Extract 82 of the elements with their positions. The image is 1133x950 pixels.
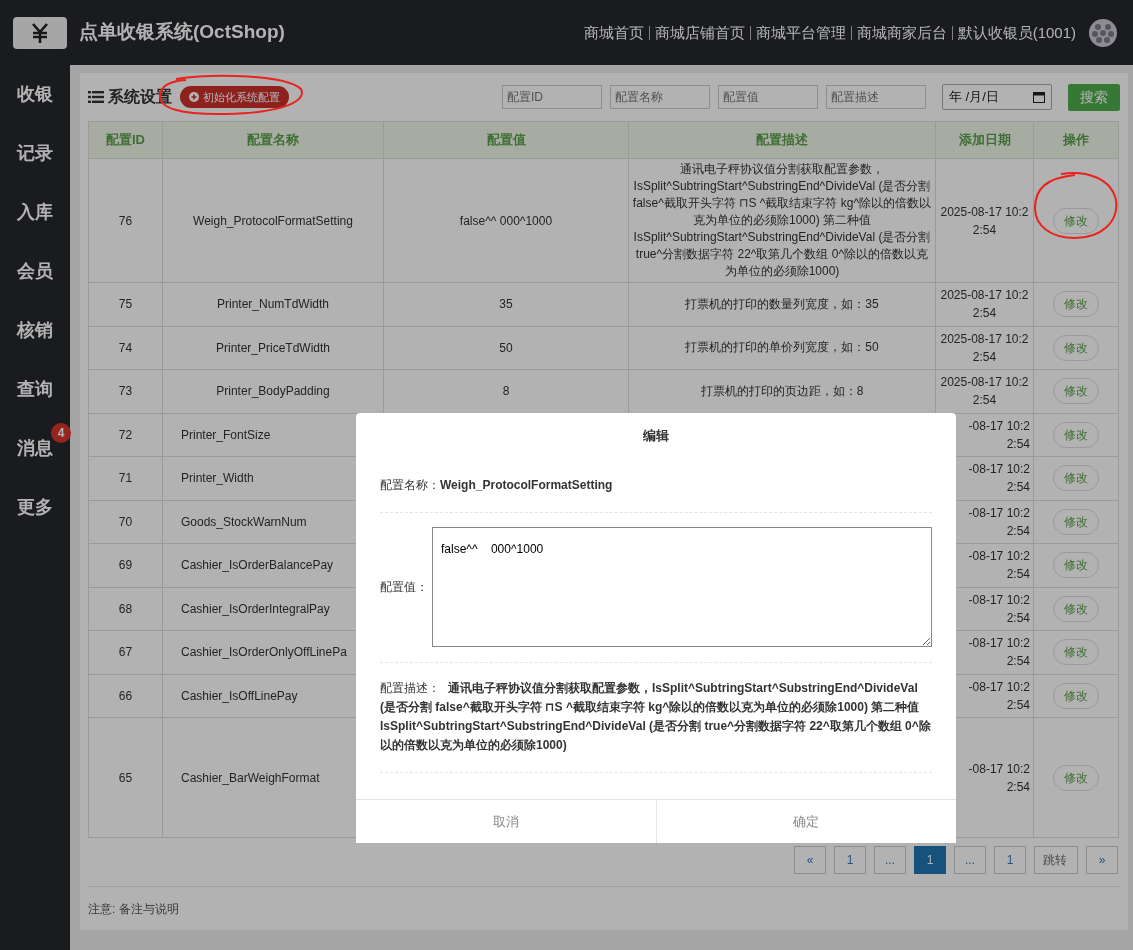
page-button[interactable]: « bbox=[794, 846, 826, 874]
nav-link[interactable]: 商城商家后台 bbox=[850, 25, 952, 40]
table-cell: false^^ 000^1000 bbox=[383, 158, 629, 283]
filter-field[interactable]: 配置值 bbox=[718, 85, 818, 109]
table-cell: 68 bbox=[88, 587, 163, 631]
sidebar-item[interactable]: 入库 bbox=[17, 199, 53, 226]
search-button[interactable]: 搜索 bbox=[1068, 83, 1120, 111]
yen-icon bbox=[29, 21, 51, 44]
table-cell: 74 bbox=[88, 326, 163, 370]
avatar[interactable] bbox=[1089, 18, 1117, 47]
sidebar-item[interactable]: 记录 bbox=[17, 140, 53, 167]
notification-badge: 4 bbox=[51, 423, 71, 443]
date-field[interactable]: 年 /月/日 bbox=[942, 84, 1052, 110]
filter-field[interactable]: 配置名称 bbox=[610, 85, 710, 109]
cancel-button[interactable]: 取消 bbox=[356, 800, 657, 843]
edit-button[interactable]: 修改 bbox=[1053, 508, 1099, 535]
nav-link[interactable]: 商城店铺首页 bbox=[648, 25, 750, 40]
edit-button[interactable]: 修改 bbox=[1053, 291, 1099, 318]
table-cell: 75 bbox=[88, 282, 163, 326]
dialog-title: 编辑 bbox=[642, 427, 670, 445]
filter-field[interactable]: 配置描述 bbox=[826, 85, 926, 109]
table-cell: 71 bbox=[88, 456, 163, 500]
page-button[interactable]: ... bbox=[954, 846, 986, 874]
table-cell: 66 bbox=[88, 674, 163, 718]
edit-button[interactable]: 修改 bbox=[1053, 595, 1099, 622]
footer-note: 注意: 备注与说明 bbox=[88, 902, 179, 916]
table-cell: 通讯电子秤协议值分割获取配置参数，IsSplit^SubtringStart^SubstringEnd^DivideVal (是否分割 false^截取开头字符 ⊓S ^截取结束字符 kg^除以的倍数以克为单位的必须除1000) 第二种值 IsSplit^SubtringStart^SubstringEnd^DivideVal (是否分割 true^分割数据字符 22^取第几个数组 0^除以的倍数以克为单位的必须除1000) bbox=[628, 158, 936, 283]
app-title: 点单收银系统(OctShop) bbox=[79, 20, 285, 45]
edit-button[interactable]: 修改 bbox=[1053, 465, 1099, 492]
edit-button[interactable]: 修改 bbox=[1053, 421, 1099, 448]
edit-button[interactable]: 修改 bbox=[1053, 639, 1099, 666]
table-cell: 打票机的打印的单价列宽度，如：50 bbox=[628, 326, 936, 370]
list-icon bbox=[88, 90, 104, 104]
jump-button[interactable]: 跳转 bbox=[1034, 846, 1078, 874]
table-cell: Printer_NumTdWidth bbox=[162, 282, 384, 326]
edit-button[interactable]: 修改 bbox=[1053, 207, 1099, 234]
edit-button[interactable]: 修改 bbox=[1053, 378, 1099, 405]
page-button[interactable]: ... bbox=[874, 846, 906, 874]
nav-link[interactable]: 商城平台管理 bbox=[749, 25, 851, 40]
init-config-button[interactable]: 初始化系统配置 bbox=[180, 85, 289, 109]
table-cell: 2025-08-17 10:2 2:54 bbox=[935, 326, 1034, 370]
calendar-icon bbox=[1033, 91, 1045, 103]
sidebar-item[interactable]: 消息 bbox=[17, 435, 53, 462]
column-header: 添加日期 bbox=[935, 121, 1034, 159]
column-header: 配置值 bbox=[383, 121, 629, 159]
sidebar-item[interactable]: 核销 bbox=[17, 317, 53, 344]
edit-button[interactable]: 修改 bbox=[1053, 552, 1099, 579]
page-button[interactable]: » bbox=[1086, 846, 1118, 874]
page-button[interactable]: 1 bbox=[994, 846, 1026, 874]
table-cell: 72 bbox=[88, 413, 163, 457]
config-value-field[interactable]: false^^ 000^1000 bbox=[432, 527, 932, 647]
edit-button[interactable]: 修改 bbox=[1053, 764, 1099, 791]
sidebar-item[interactable]: 查询 bbox=[17, 376, 53, 403]
table-cell: 69 bbox=[88, 543, 163, 587]
table-cell: Printer_PriceTdWidth bbox=[162, 326, 384, 370]
column-header: 配置名称 bbox=[162, 121, 384, 159]
column-header: 操作 bbox=[1033, 121, 1119, 159]
table-cell: 2025-08-17 10:2 2:54 bbox=[935, 282, 1034, 326]
sidebar-item[interactable]: 会员 bbox=[17, 258, 53, 285]
table-cell: 35 bbox=[383, 282, 629, 326]
table-cell: 67 bbox=[88, 630, 163, 674]
nav-link[interactable]: 默认收银员(1001) bbox=[951, 25, 1081, 40]
table-cell: 50 bbox=[383, 326, 629, 370]
table-cell: 65 bbox=[88, 717, 163, 838]
table-cell: 76 bbox=[88, 158, 163, 283]
filter-field[interactable]: 配置ID bbox=[502, 85, 602, 109]
edit-button[interactable]: 修改 bbox=[1053, 682, 1099, 709]
sidebar-item[interactable]: 收银 bbox=[17, 81, 53, 108]
table-cell: 2025-08-17 10:2 2:54 bbox=[935, 158, 1034, 283]
table-cell: Printer_BodyPadding bbox=[162, 369, 384, 413]
table-cell: 73 bbox=[88, 369, 163, 413]
sidebar-item[interactable]: 更多 bbox=[17, 494, 53, 521]
page-button[interactable]: 1 bbox=[834, 846, 866, 874]
table-cell: 70 bbox=[88, 500, 163, 544]
table-cell: Weigh_ProtocolFormatSetting bbox=[162, 158, 384, 283]
nav-link[interactable]: 商城首页 bbox=[578, 25, 649, 40]
column-header: 配置ID bbox=[88, 121, 163, 159]
plus-circle-icon bbox=[189, 92, 199, 102]
edit-button[interactable]: 修改 bbox=[1053, 334, 1099, 361]
column-header: 配置描述 bbox=[628, 121, 936, 159]
table-cell: 打票机的打印的数量列宽度，如：35 bbox=[628, 282, 936, 326]
page-button[interactable]: 1 bbox=[914, 846, 946, 874]
